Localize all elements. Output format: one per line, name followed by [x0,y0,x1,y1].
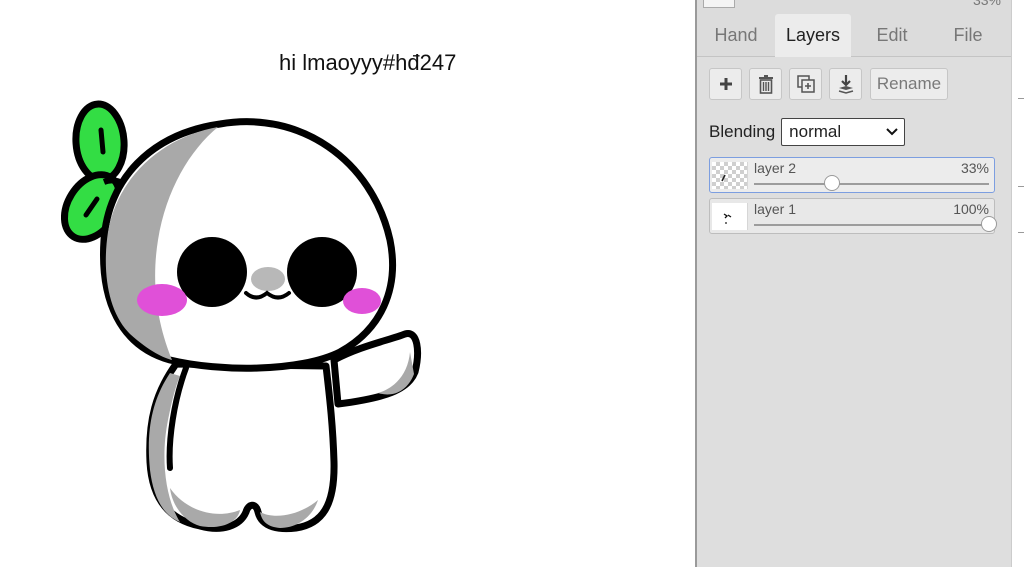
layer-row-layer-1[interactable]: layer 1 100% [709,198,997,234]
layer-thumbnail [712,162,748,189]
slider-knob[interactable] [823,175,840,191]
plus-icon [719,78,732,90]
layer-opacity-slider[interactable] [754,175,989,191]
top-layer-thumbnail [703,0,735,8]
layer-name: layer 1 [754,201,797,217]
panel-top-strip: 33% [697,0,1011,8]
delete-layer-button[interactable] [749,68,782,100]
add-layer-button[interactable] [709,68,742,100]
strip-tick [1018,186,1024,187]
blending-label: Blending [709,122,776,141]
merge-down-button[interactable] [829,68,862,100]
layers-pane: Rename Blending normal layer 2 33% layer… [697,57,1011,567]
merge-down-icon [838,75,853,94]
rename-layer-button[interactable]: Rename [870,68,948,100]
layer-opacity-slider[interactable] [754,216,997,232]
character-drawing [60,100,421,533]
layer-row-layer-2[interactable]: layer 2 33% [709,157,995,193]
tab-layers[interactable]: Layers [775,14,851,57]
tab-hand[interactable]: Hand [703,14,769,56]
trash-icon [758,75,773,94]
duplicate-layer-button[interactable] [789,68,822,100]
layer-name: layer 2 [754,160,797,176]
duplicate-icon [796,75,815,93]
drawing-canvas[interactable]: hi lmaoyyy#hđ247 [0,0,695,567]
blending-mode-value: normal [789,122,842,141]
layer-thumbnail [712,203,748,230]
scrollbar-strip[interactable] [1011,0,1024,567]
slider-knob[interactable] [981,216,997,232]
strip-tick [1018,232,1024,233]
chevron-down-icon [886,128,898,136]
layer-opacity-value: 100% [953,201,989,217]
layers-panel: 33% Hand Layers Edit File Rename Blendin… [695,0,1011,567]
app-window: hi lmaoyyy#hđ247 33% Hand Layers Edit Fi… [0,0,1024,567]
top-opacity-value: 33% [972,0,1001,8]
tab-edit[interactable]: Edit [855,14,929,56]
blending-row: Blending normal [709,117,906,147]
tab-file[interactable]: File [933,14,1003,56]
strip-tick [1018,98,1024,99]
blending-mode-select[interactable]: normal [781,118,906,146]
panel-tabs: Hand Layers Edit File [697,14,1011,57]
layer-opacity-value: 33% [960,160,989,176]
